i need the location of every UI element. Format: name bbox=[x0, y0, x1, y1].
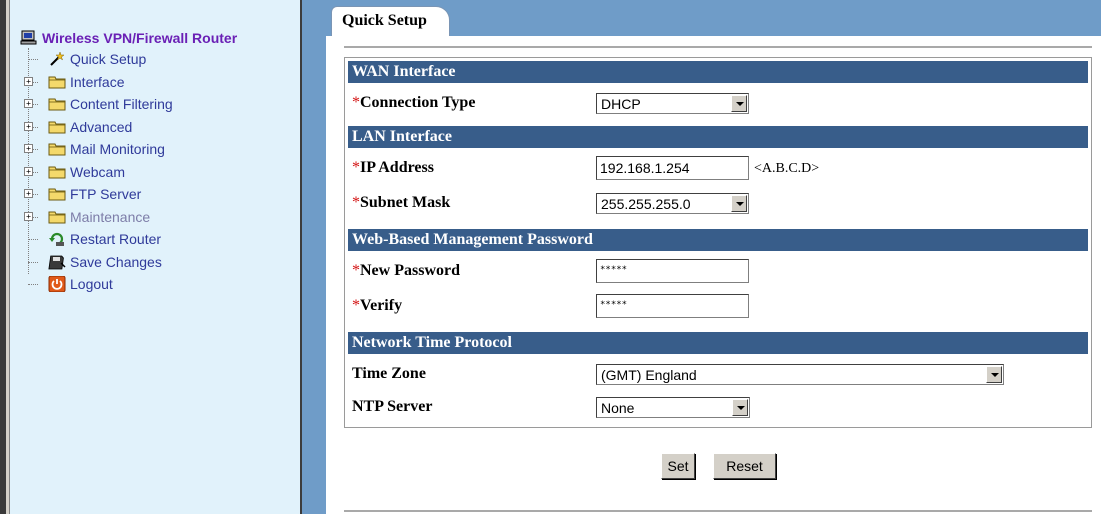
row-subnet-mask: *Subnet Mask 255.255.255.0 bbox=[348, 187, 1088, 219]
sidebar-item-quick-setup[interactable]: Quick Setup bbox=[28, 48, 237, 71]
sidebar-item-label: Restart Router bbox=[70, 231, 162, 248]
folder-icon bbox=[48, 121, 66, 134]
ntp-server-label: NTP Server bbox=[352, 398, 433, 415]
required-mark: * bbox=[352, 94, 360, 111]
sidebar-item-label: FTP Server bbox=[70, 186, 142, 203]
sidebar-item-restart-router[interactable]: Restart Router bbox=[28, 228, 237, 251]
save-icon bbox=[48, 255, 66, 270]
chevron-down-icon[interactable] bbox=[986, 366, 1002, 383]
tree-root-label: Wireless VPN/Firewall Router bbox=[42, 30, 238, 46]
sidebar-item-label: Save Changes bbox=[70, 253, 162, 270]
ntp-server-select[interactable]: None bbox=[596, 397, 750, 418]
folder-icon bbox=[48, 76, 66, 89]
time-zone-select[interactable]: (GMT) England bbox=[596, 364, 1004, 385]
row-ip-address: *IP Address 192.168.1.254 <A.B.C.D> bbox=[348, 152, 1088, 184]
expand-icon[interactable]: + bbox=[24, 189, 33, 198]
sidebar-item-ftp-server[interactable]: + FTP Server bbox=[24, 183, 237, 206]
row-new-password: *New Password ***** bbox=[348, 255, 1088, 287]
tree-items: Quick Setup + Interface + Content Filter… bbox=[24, 48, 237, 296]
sidebar-item-label: Logout bbox=[70, 276, 113, 293]
divider-bottom bbox=[344, 510, 1092, 512]
sidebar-item-label: Interface bbox=[70, 73, 125, 90]
ip-address-input[interactable]: 192.168.1.254 bbox=[596, 156, 749, 180]
connection-type-label: *Connection Type bbox=[352, 94, 476, 111]
main-content: Quick Setup WAN Interface *Connection Ty… bbox=[326, 0, 1101, 514]
ip-format-hint: <A.B.C.D> bbox=[754, 161, 820, 176]
subnet-mask-label: *Subnet Mask bbox=[352, 194, 451, 211]
wand-icon bbox=[50, 51, 65, 66]
row-ntp-server: NTP Server None bbox=[348, 391, 1088, 423]
sidebar-item-label: Quick Setup bbox=[70, 51, 147, 68]
section-header-password: Web-Based Management Password bbox=[348, 229, 1088, 251]
folder-icon bbox=[48, 188, 66, 201]
new-password-input[interactable]: ***** bbox=[596, 259, 749, 283]
sidebar-item-content-filtering[interactable]: + Content Filtering bbox=[24, 93, 237, 116]
sidebar-item-webcam[interactable]: + Webcam bbox=[24, 161, 237, 184]
expand-icon[interactable]: + bbox=[24, 76, 33, 86]
sidebar-item-label: Advanced bbox=[70, 118, 133, 135]
expand-icon[interactable]: + bbox=[24, 99, 33, 108]
section-header-ntp: Network Time Protocol bbox=[348, 332, 1088, 354]
expand-icon[interactable]: + bbox=[24, 144, 33, 153]
sidebar-item-label: Mail Monitoring bbox=[70, 141, 165, 158]
new-password-label: *New Password bbox=[352, 262, 460, 279]
power-icon bbox=[48, 276, 66, 293]
computer-icon bbox=[20, 30, 37, 45]
tab-quick-setup[interactable]: Quick Setup bbox=[331, 6, 450, 37]
sidebar-item-maintenance[interactable]: + Maintenance bbox=[24, 206, 237, 229]
nav-tree: Wireless VPN/Firewall Router Quick Setup… bbox=[20, 28, 237, 296]
verify-password-input[interactable]: ***** bbox=[596, 294, 749, 318]
folder-icon bbox=[48, 98, 66, 111]
row-verify: *Verify ***** bbox=[348, 290, 1088, 322]
folder-icon bbox=[48, 143, 66, 156]
chevron-down-icon[interactable] bbox=[731, 195, 747, 212]
reset-button[interactable]: Reset bbox=[713, 453, 776, 479]
section-header-lan: LAN Interface bbox=[348, 126, 1088, 148]
verify-label: *Verify bbox=[352, 297, 403, 314]
restart-icon bbox=[49, 233, 64, 247]
sidebar-item-label: Maintenance bbox=[70, 208, 151, 225]
sidebar-item-advanced[interactable]: + Advanced bbox=[24, 116, 237, 139]
expand-icon[interactable]: + bbox=[24, 166, 33, 176]
row-time-zone: Time Zone (GMT) England bbox=[348, 358, 1088, 390]
sidebar-item-label: Webcam bbox=[70, 163, 125, 180]
set-button[interactable]: Set bbox=[661, 453, 695, 479]
sidebar-item-label: Content Filtering bbox=[70, 96, 173, 113]
folder-icon bbox=[48, 211, 66, 224]
sidebar-item-mail-monitoring[interactable]: + Mail Monitoring bbox=[24, 138, 237, 161]
content-gutter bbox=[302, 0, 326, 514]
sidebar-item-save-changes[interactable]: Save Changes bbox=[28, 251, 237, 274]
expand-icon[interactable]: + bbox=[24, 211, 33, 221]
time-zone-label: Time Zone bbox=[352, 365, 426, 382]
tree-root[interactable]: Wireless VPN/Firewall Router bbox=[20, 28, 237, 48]
sidebar-item-logout[interactable]: Logout bbox=[28, 273, 237, 296]
connection-type-select[interactable]: DHCP bbox=[596, 93, 749, 114]
folder-icon bbox=[48, 166, 66, 179]
row-connection-type: *Connection Type DHCP bbox=[348, 87, 1088, 119]
section-header-wan: WAN Interface bbox=[348, 61, 1088, 83]
quick-setup-form: WAN Interface *Connection Type DHCP LAN … bbox=[344, 57, 1092, 428]
tab-bar: Quick Setup bbox=[326, 0, 1101, 37]
subnet-mask-select[interactable]: 255.255.255.0 bbox=[596, 193, 749, 214]
expand-icon[interactable]: + bbox=[24, 121, 33, 131]
chevron-down-icon[interactable] bbox=[731, 95, 747, 112]
ip-address-label: *IP Address bbox=[352, 159, 434, 176]
sidebar-item-interface[interactable]: + Interface bbox=[24, 71, 237, 94]
divider-top bbox=[344, 46, 1092, 48]
chevron-down-icon[interactable] bbox=[732, 399, 748, 416]
